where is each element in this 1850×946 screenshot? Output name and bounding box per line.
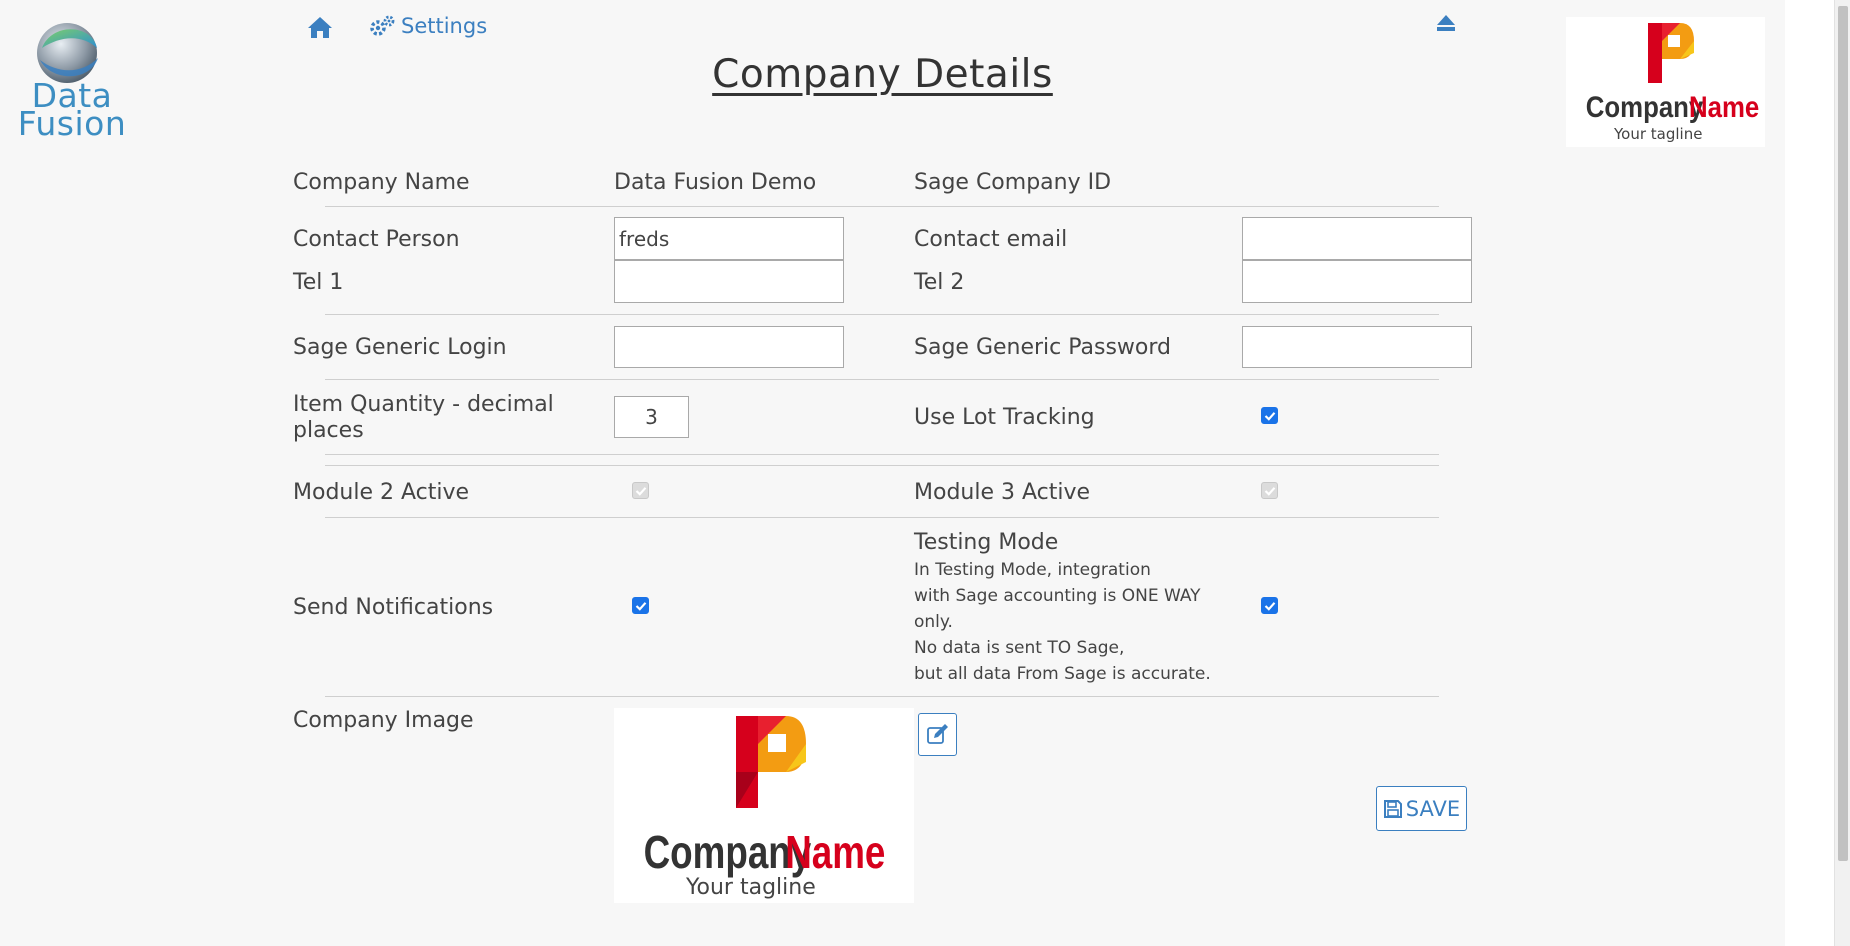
edit-icon — [927, 724, 948, 744]
divider — [325, 465, 1439, 466]
home-button[interactable] — [307, 15, 333, 41]
item-quantity-input[interactable] — [614, 396, 689, 438]
tel2-label: Tel 2 — [914, 270, 965, 295]
company-name-value: Data Fusion Demo — [614, 170, 817, 195]
logo-company-word: Company — [1586, 90, 1704, 123]
company-logo-graphic: Company Name Your tagline — [1586, 23, 1759, 143]
testing-mode-desc-line: No data is sent TO Sage, — [914, 638, 1125, 658]
eject-icon — [1437, 15, 1455, 31]
module2-label: Module 2 Active — [293, 480, 470, 505]
contact-email-label: Contact email — [914, 227, 1068, 252]
item-quantity-label-line2: places — [293, 418, 364, 443]
tel1-label: Tel 1 — [293, 270, 344, 295]
page-title: Company Details — [712, 52, 1053, 97]
testing-mode-desc-line: In Testing Mode, integration — [914, 560, 1151, 580]
logo-name-word: Name — [1689, 90, 1759, 123]
right-margin — [1785, 0, 1834, 946]
home-icon — [308, 17, 332, 38]
send-notifications-label: Send Notifications — [293, 595, 494, 620]
divider — [325, 517, 1439, 518]
floppy-disk-icon — [1383, 799, 1402, 818]
testing-mode-checkbox[interactable] — [1261, 597, 1278, 614]
sage-company-id-label: Sage Company ID — [914, 170, 1112, 195]
logo-tagline: Your tagline — [1613, 125, 1702, 143]
sage-password-label: Sage Generic Password — [914, 335, 1172, 360]
brand-line-2: Fusion — [17, 104, 127, 143]
divider — [325, 696, 1439, 697]
company-image-preview: Company Name Your tagline — [614, 708, 914, 903]
contact-person-label: Contact Person — [293, 227, 460, 252]
logo-tagline: Your tagline — [685, 875, 816, 900]
company-logo-graphic: Company Name Your tagline — [644, 716, 885, 900]
checkmark-icon — [1264, 487, 1276, 496]
checkmark-icon — [635, 602, 647, 611]
tel2-input[interactable] — [1242, 260, 1472, 303]
contact-person-input[interactable] — [614, 217, 844, 260]
logo-name-word: Name — [785, 826, 885, 878]
item-quantity-label-line1: Item Quantity - decimal — [293, 392, 554, 417]
save-button[interactable]: SAVE — [1376, 786, 1467, 831]
checkmark-icon — [635, 487, 647, 496]
send-notifications-checkbox[interactable] — [632, 597, 649, 614]
settings-label: Settings — [401, 14, 488, 38]
divider — [325, 454, 1439, 455]
edit-image-button[interactable] — [918, 713, 957, 756]
checkmark-icon — [1264, 412, 1276, 421]
sage-login-label: Sage Generic Login — [293, 335, 507, 360]
contact-email-input[interactable] — [1242, 217, 1472, 260]
divider — [325, 379, 1439, 380]
testing-mode-label: Testing Mode — [914, 530, 1059, 555]
module3-label: Module 3 Active — [914, 480, 1091, 505]
testing-mode-desc-line: but all data From Sage is accurate. — [914, 664, 1211, 684]
company-logo-thumbnail: Company Name Your tagline — [1566, 17, 1765, 147]
scrollbar-thumb[interactable] — [1838, 6, 1848, 861]
module3-checkbox[interactable] — [1261, 482, 1278, 499]
lot-tracking-checkbox[interactable] — [1261, 407, 1278, 424]
save-label: SAVE — [1405, 796, 1461, 821]
divider — [325, 314, 1439, 315]
lot-tracking-label: Use Lot Tracking — [914, 405, 1095, 430]
testing-mode-description: In Testing Mode, integration with Sage a… — [914, 557, 1211, 687]
checkmark-icon — [1264, 602, 1276, 611]
sage-login-input[interactable] — [614, 326, 844, 368]
gears-icon — [370, 15, 395, 36]
tel1-input[interactable] — [614, 260, 844, 303]
module2-checkbox[interactable] — [632, 482, 649, 499]
settings-link[interactable]: Settings — [369, 14, 487, 38]
company-name-label: Company Name — [293, 170, 470, 195]
sage-password-input[interactable] — [1242, 326, 1472, 368]
company-image-label: Company Image — [293, 708, 474, 733]
testing-mode-desc-line: with Sage accounting is ONE WAY — [914, 586, 1201, 606]
divider — [325, 206, 1439, 207]
item-quantity-label: Item Quantity - decimal places — [293, 392, 554, 444]
testing-mode-desc-line: only. — [914, 612, 953, 632]
eject-button[interactable] — [1436, 14, 1456, 32]
